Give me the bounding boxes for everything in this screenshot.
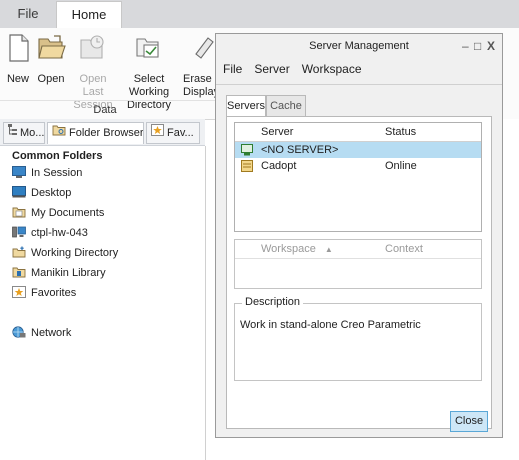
description-legend: Description	[242, 296, 304, 308]
network-icon	[12, 326, 26, 338]
in-session-icon	[12, 166, 26, 178]
tab-model-tree-label: Mo...	[20, 127, 45, 139]
close-button[interactable]: Close	[450, 411, 488, 432]
menu-file[interactable]: File	[223, 62, 242, 76]
tab-home[interactable]: Home	[56, 1, 122, 28]
main-area-background	[503, 119, 519, 460]
ribbon-group-separator	[0, 100, 215, 101]
select-directory-icon	[136, 38, 159, 58]
folder-item-label: Favorites	[31, 287, 77, 299]
server-management-dialog: Server Management – □ X File Server Worksp…	[215, 33, 503, 438]
working-directory-icon	[12, 246, 26, 258]
tab-servers[interactable]: Servers	[226, 95, 266, 117]
tab-model-tree[interactable]: Mo...	[3, 122, 45, 144]
server-database-icon	[241, 160, 253, 177]
menu-workspace[interactable]: Workspace	[302, 62, 362, 76]
folder-item-computer[interactable]: ctpl-hw-043	[12, 224, 88, 242]
new-label: New	[6, 73, 29, 85]
folder-item-label: Desktop	[31, 187, 72, 199]
folder-browser-icon	[52, 123, 66, 143]
folder-item-label: Network	[31, 327, 72, 339]
description-group	[234, 303, 482, 381]
servers-table: Server Status <NO SERVER> Cadopt Online	[234, 122, 482, 232]
server-name-cell: Cadopt	[261, 160, 297, 172]
workspace-header-divider	[235, 258, 481, 259]
tab-cache[interactable]: Cache	[266, 95, 306, 117]
table-row[interactable]: Cadopt Online	[235, 158, 481, 174]
computer-icon	[12, 226, 26, 238]
dialog-menu-bar: File Server Workspace	[216, 58, 502, 80]
model-tree-icon	[8, 123, 17, 143]
minimize-button[interactable]: –	[462, 34, 469, 58]
tab-favorites-label: Fav...	[167, 127, 194, 139]
workspace-header-label: Workspace	[261, 243, 316, 255]
workspace-table: Workspace ▲ Context	[234, 239, 482, 289]
folder-item-label: ctpl-hw-043	[31, 227, 88, 239]
folder-item-label: Manikin Library	[31, 267, 106, 279]
folder-item-label: My Documents	[31, 207, 105, 219]
ribbon-group-label: Data	[93, 104, 117, 116]
favorites-tab-icon	[151, 123, 164, 143]
erase-icon	[195, 37, 214, 59]
column-header-context[interactable]: Context	[385, 240, 423, 258]
dialog-title: Server Management	[309, 40, 409, 52]
folder-item-label: In Session	[31, 167, 83, 179]
server-name-cell: <NO SERVER>	[261, 144, 339, 156]
column-header-server[interactable]: Server	[261, 123, 293, 141]
manikin-library-icon	[12, 267, 26, 278]
server-status-cell: Online	[385, 160, 417, 172]
open-last-session-icon	[80, 35, 104, 59]
folder-item-manikin-library[interactable]: Manikin Library	[12, 264, 106, 282]
new-file-icon	[9, 34, 29, 62]
tab-file[interactable]: File	[0, 0, 56, 28]
folder-item-working-directory[interactable]: Working Directory	[12, 244, 118, 262]
navigator-tab-bar: Mo... Folder Browser Fav...	[0, 119, 205, 146]
folder-item-favorites[interactable]: Favorites	[12, 284, 76, 302]
menu-separator	[216, 84, 502, 85]
folder-item-in-session[interactable]: In Session	[12, 164, 82, 182]
column-header-status[interactable]: Status	[385, 123, 416, 141]
folder-item-my-documents[interactable]: My Documents	[12, 204, 104, 222]
sort-ascending-icon: ▲	[324, 245, 333, 254]
maximize-button[interactable]: □	[474, 34, 481, 58]
table-row[interactable]: <NO SERVER>	[235, 142, 481, 158]
desktop-icon	[12, 186, 26, 198]
menu-server[interactable]: Server	[254, 62, 289, 76]
open-folder-icon	[38, 35, 66, 59]
folder-item-desktop[interactable]: Desktop	[12, 184, 71, 202]
my-documents-icon	[12, 207, 26, 218]
common-folders-heading: Common Folders	[12, 150, 103, 162]
tab-folder-browser[interactable]: Folder Browser	[47, 122, 144, 144]
favorites-icon	[12, 286, 26, 298]
open-label: Open	[37, 73, 65, 85]
column-header-workspace[interactable]: Workspace ▲	[261, 240, 333, 258]
folder-item-network[interactable]: Network	[12, 324, 71, 342]
description-text: Work in stand-alone Creo Parametric	[240, 319, 421, 331]
close-window-button[interactable]: X	[487, 34, 495, 58]
tab-folder-browser-label: Folder Browser	[69, 127, 144, 139]
dialog-title-bar[interactable]: Server Management – □ X	[216, 34, 502, 58]
tab-favorites[interactable]: Fav...	[146, 122, 200, 144]
folder-item-label: Working Directory	[31, 247, 119, 259]
